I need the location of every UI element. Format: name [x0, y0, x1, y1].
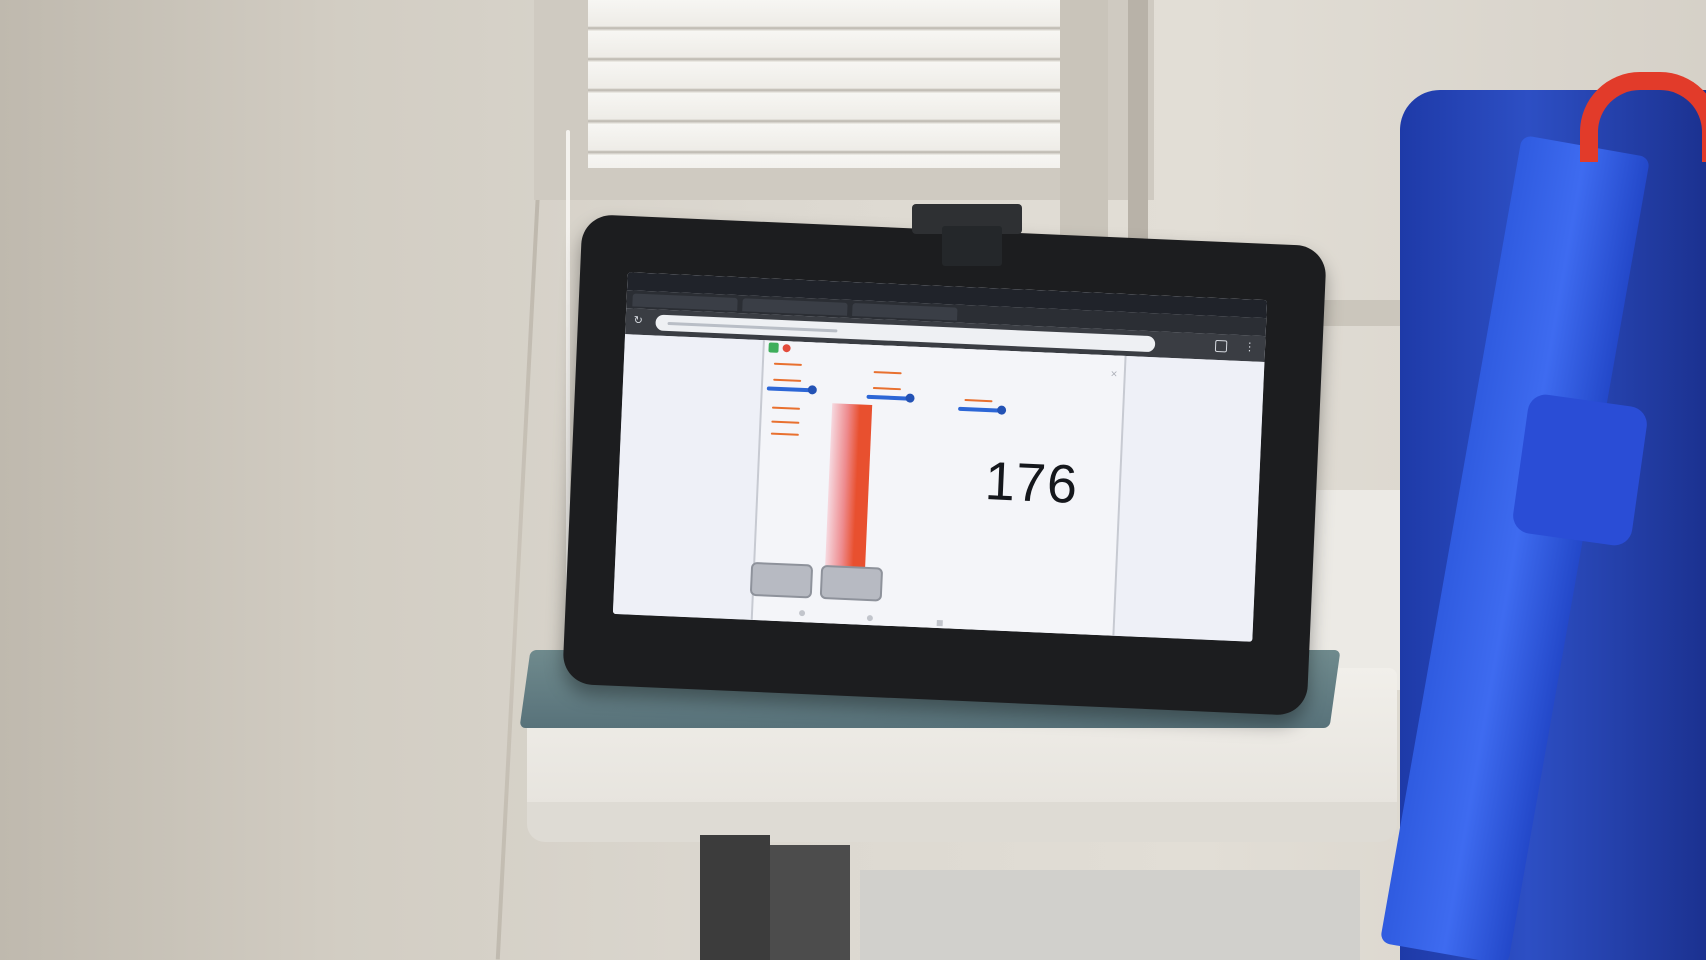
app-toolbar [768, 342, 808, 356]
counter-display: 176 [983, 451, 1080, 516]
variable-monitor [867, 365, 902, 380]
web-page: × 176 [612, 334, 1265, 642]
variable-value [873, 371, 902, 375]
green-flag-icon[interactable] [768, 342, 779, 353]
window-blinds [588, 0, 1068, 168]
variable-slider[interactable] [866, 393, 915, 403]
browser-tab-label [742, 298, 847, 309]
android-recents-icon[interactable] [936, 620, 943, 627]
variable-value [773, 378, 802, 382]
table-edge [527, 802, 1397, 842]
stop-icon[interactable] [782, 344, 791, 353]
variable-slider[interactable] [958, 405, 1007, 415]
extensions-icon[interactable] [1214, 339, 1228, 353]
tablet-screen: ↻ ⋮ × 176 [612, 272, 1268, 642]
table-leg [700, 835, 770, 960]
variable-value [964, 399, 993, 403]
browser-tab-label [852, 303, 957, 314]
slider-knob[interactable] [807, 385, 817, 395]
variable-monitor [767, 372, 802, 387]
variable-monitor [766, 400, 801, 415]
webcam-clip [942, 226, 1002, 266]
table-leg-secondary [770, 845, 850, 960]
window-post-secondary [1128, 0, 1148, 240]
slider-knob[interactable] [905, 393, 915, 403]
app-button-right[interactable] [819, 564, 884, 602]
app-button-left[interactable] [749, 561, 814, 599]
chair [860, 870, 1360, 960]
close-icon[interactable]: × [1110, 369, 1118, 379]
reload-icon[interactable]: ↻ [633, 314, 646, 328]
heat-gradient-bar [824, 403, 873, 580]
variable-slider[interactable] [766, 385, 817, 395]
bag-buckle [1510, 392, 1650, 548]
variable-value [771, 420, 800, 424]
variable-value [770, 432, 799, 436]
variable-monitor [867, 381, 902, 396]
photo-scene: ↻ ⋮ × 176 [0, 0, 1706, 960]
window-post [1060, 0, 1108, 260]
variable-monitor [765, 426, 800, 441]
variable-monitor [768, 356, 803, 371]
browser-tab-label [633, 293, 738, 304]
browser-menu-icon[interactable]: ⋮ [1244, 340, 1256, 353]
app-stage: × 176 [749, 340, 1127, 636]
variable-value [872, 387, 901, 391]
slider-knob[interactable] [996, 405, 1007, 415]
variable-monitor [958, 393, 993, 408]
variable-value [771, 406, 801, 410]
address-text-placeholder [667, 321, 838, 333]
variable-value [773, 362, 802, 366]
